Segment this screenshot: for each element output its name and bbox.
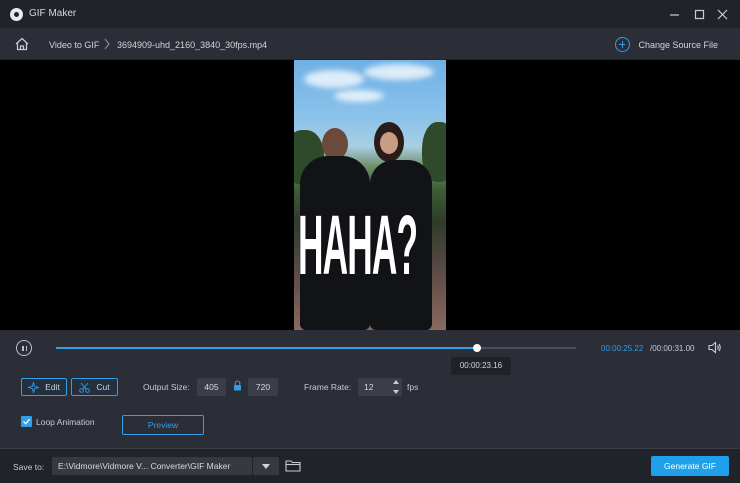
home-icon[interactable]: [14, 37, 30, 51]
timeline-slider[interactable]: [56, 344, 576, 352]
cloud: [334, 90, 384, 102]
folder-icon[interactable]: [285, 459, 301, 472]
cloud: [364, 64, 434, 80]
minimize-icon: [669, 13, 679, 16]
cloud: [304, 70, 364, 88]
breadcrumb-video-to-gif[interactable]: Video to GIF: [49, 40, 99, 50]
timeline-handle[interactable]: [473, 344, 482, 352]
chevron-down-icon: [262, 463, 270, 469]
save-path-dropdown[interactable]: [253, 457, 279, 475]
timeline-progress: [56, 347, 478, 349]
window-title: GIF Maker: [29, 8, 77, 19]
video-preview: HAHA?: [0, 60, 740, 330]
save-path-field[interactable]: E:\Vidmore\Vidmore V... Converter\GIF Ma…: [52, 457, 252, 475]
maximize-button[interactable]: [692, 7, 706, 21]
volume-icon[interactable]: [708, 341, 722, 354]
stepper-up-icon[interactable]: [393, 380, 399, 384]
output-height-input[interactable]: 720: [248, 378, 278, 396]
video-frame: HAHA?: [294, 60, 446, 330]
current-time: 00:00:25.22: [601, 344, 644, 353]
frame-rate-stepper[interactable]: [391, 378, 401, 396]
change-source-file-label: Change Source File: [638, 39, 718, 50]
pause-button[interactable]: [16, 340, 32, 356]
fps-label: fps: [407, 382, 419, 392]
cut-label: Cut: [96, 382, 110, 392]
output-size-label: Output Size:: [143, 382, 190, 392]
minimize-button[interactable]: [667, 7, 681, 21]
loop-animation-checkbox[interactable]: [21, 416, 32, 427]
checkmark-icon: [23, 418, 31, 425]
save-to-label: Save to:: [13, 462, 45, 472]
edit-button[interactable]: Edit: [21, 378, 67, 396]
scissors-icon: [79, 382, 91, 393]
app-logo-icon: [10, 8, 23, 21]
loop-animation-label: Loop Animation: [36, 417, 95, 427]
output-width-input[interactable]: 405: [197, 378, 226, 396]
playback-bar: 00:00:25.22 /00:00:31.00: [0, 330, 740, 370]
video-overlay-text: HAHA?: [298, 198, 418, 292]
close-button[interactable]: [715, 7, 729, 21]
maximize-icon: [694, 9, 704, 19]
edit-label: Edit: [45, 382, 60, 392]
close-icon: [717, 9, 727, 19]
add-circle-icon: [615, 37, 631, 52]
change-source-file-button[interactable]: Change Source File: [615, 37, 718, 52]
breadcrumb-filename: 3694909-uhd_2160_3840_30fps.mp4: [117, 40, 268, 50]
frame-rate-label: Frame Rate:: [304, 382, 352, 392]
preview-button[interactable]: Preview: [122, 415, 204, 435]
woman-face: [380, 132, 398, 154]
edit-sparkle-icon: [28, 381, 40, 393]
footer-bar: Save to: E:\Vidmore\Vidmore V... Convert…: [0, 448, 740, 483]
timeline-hover-time: 00:00:23.16: [451, 357, 511, 375]
breadcrumb-bar: Video to GIF 3694909-uhd_2160_3840_30fps…: [0, 28, 740, 60]
cut-button[interactable]: Cut: [71, 378, 118, 396]
chevron-right-icon: [104, 38, 110, 50]
stepper-down-icon[interactable]: [393, 390, 399, 394]
title-bar: GIF Maker: [0, 0, 740, 28]
generate-gif-button[interactable]: Generate GIF: [651, 456, 729, 476]
lock-icon[interactable]: [233, 380, 242, 391]
total-time: /00:00:31.00: [650, 344, 695, 353]
